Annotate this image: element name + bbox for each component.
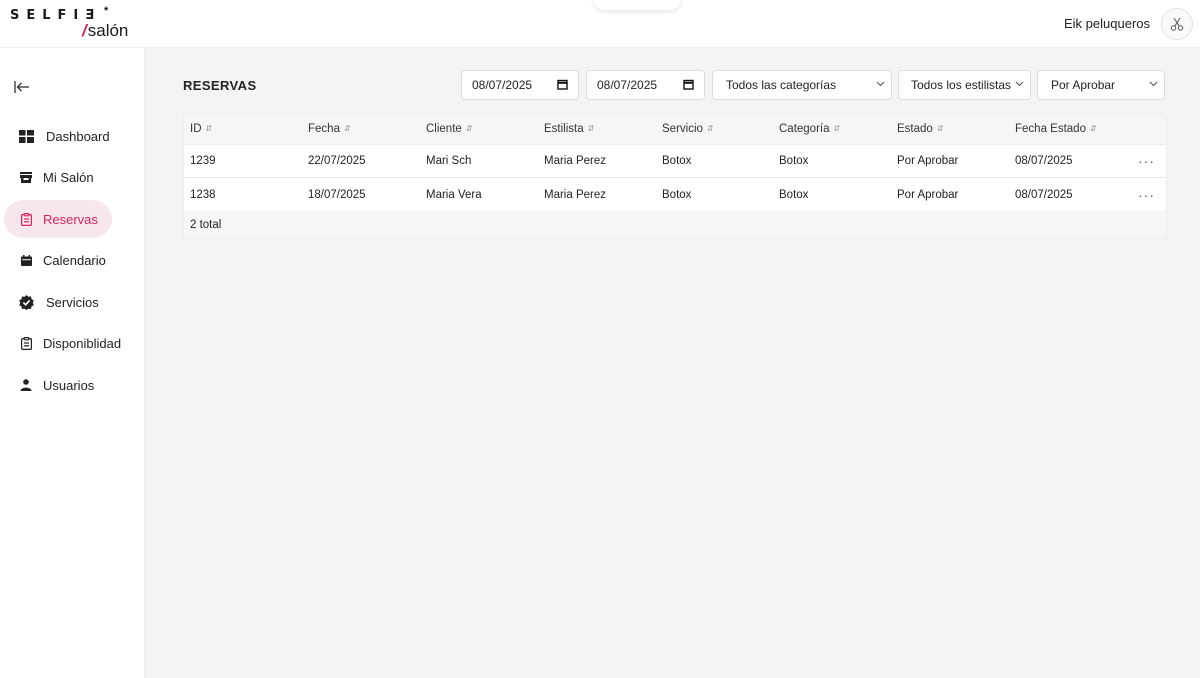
cell-fecha: 22/07/2025 [308, 155, 366, 167]
sidebar-item-servicios[interactable]: Servicios [4, 283, 112, 321]
table-footer-total: 2 total [183, 211, 1167, 239]
sidebar-item-label: Calendario [43, 253, 106, 268]
collapse-arrow-icon [14, 81, 29, 93]
date-from-input[interactable]: 08/07/2025 [461, 70, 579, 100]
column-header-estilista[interactable]: Estilista ⇵ [544, 114, 594, 144]
chevron-down-icon [1149, 81, 1158, 87]
date-to-input[interactable]: 08/07/2025 [586, 70, 705, 100]
table-row[interactable]: 1239 22/07/2025 Mari Sch Maria Perez Bot… [184, 145, 1166, 178]
avatar[interactable] [1161, 8, 1193, 40]
reservations-table: ID ⇵ Fecha ⇵ Cliente ⇵ Estilista ⇵ Servicio ⇵… [183, 113, 1167, 212]
cell-id: 1239 [190, 155, 216, 167]
cell-estado: Por Aprobar [897, 188, 959, 201]
cell-estilista: Maria Perez [544, 188, 606, 201]
table-row[interactable]: 1238 18/07/2025 Maria Vera Maria Perez B… [184, 178, 1166, 211]
sidebar-item-calendario[interactable]: Calendario [4, 242, 112, 280]
cell-fecha: 18/07/2025 [308, 188, 366, 201]
column-header-categoria[interactable]: Categoría ⇵ [779, 114, 840, 144]
sort-icon: ⇵ [833, 124, 841, 133]
column-header-fecha[interactable]: Fecha ⇵ [308, 114, 351, 144]
sidebar-item-label: Mi Salón [43, 170, 94, 185]
calendar-icon [683, 79, 694, 90]
sidebar-item-reservas[interactable]: Reservas [4, 200, 112, 238]
cell-servicio: Botox [662, 155, 692, 167]
table-header: ID ⇵ Fecha ⇵ Cliente ⇵ Estilista ⇵ Servicio ⇵… [184, 114, 1166, 145]
dashboard-icon [18, 128, 34, 144]
cell-cliente: Mari Sch [426, 155, 472, 167]
sidebar-item-mi-salon[interactable]: Mi Salón [4, 159, 112, 197]
cell-cliente: Maria Vera [426, 188, 482, 201]
sort-icon: ⇵ [936, 124, 944, 133]
cell-fecha-estado: 08/07/2025 [1015, 155, 1073, 167]
cell-categoria: Botox [779, 188, 809, 201]
sidebar-item-usuarios[interactable]: Usuarios [4, 366, 112, 404]
selfie-salon-logo[interactable]: SELFIƎ * /salón [10, 5, 150, 42]
scissors-icon [1170, 17, 1184, 31]
sort-icon: ⇵ [587, 124, 595, 133]
stylist-select[interactable]: Todos los estilistas [898, 70, 1031, 100]
cell-estilista: Maria Perez [544, 155, 606, 167]
sidebar-item-label: Dashboard [46, 128, 110, 144]
top-center-pill[interactable] [593, 0, 681, 10]
cell-categoria: Botox [779, 155, 809, 167]
verified-badge-icon [18, 294, 34, 310]
sidebar-item-disponiblidad[interactable]: Disponiblidad [4, 325, 121, 363]
column-header-id[interactable]: ID ⇵ [190, 114, 212, 144]
sort-icon: ⇵ [706, 124, 714, 133]
user-icon [18, 377, 34, 393]
row-actions-button[interactable]: ··· [1138, 145, 1155, 177]
chevron-down-icon [876, 81, 885, 87]
sidebar: Dashboard Mi Salón Reservas Calendario S… [0, 48, 145, 678]
category-select[interactable]: Todos las categorías [712, 70, 892, 100]
sort-icon: ⇵ [1089, 124, 1097, 133]
sidebar-item-label: Reservas [43, 211, 98, 227]
column-header-cliente[interactable]: Cliente ⇵ [426, 114, 473, 144]
sort-icon: ⇵ [343, 124, 351, 133]
sidebar-item-label: Servicios [46, 294, 99, 310]
sort-icon: ⇵ [465, 124, 473, 133]
cell-estado: Por Aprobar [897, 155, 959, 167]
row-actions-button[interactable]: ··· [1138, 178, 1155, 211]
calendar-icon [18, 253, 34, 269]
sidebar-item-dashboard[interactable]: Dashboard [4, 117, 112, 155]
logo-star: * [104, 5, 109, 17]
sidebar-nav: Dashboard Mi Salón Reservas Calendario S… [4, 117, 141, 408]
status-select[interactable]: Por Aprobar [1037, 70, 1165, 100]
sort-icon: ⇵ [205, 124, 213, 133]
cell-servicio: Botox [662, 188, 692, 201]
main-content: RESERVAS 08/07/2025 08/07/2025 Todos las… [145, 48, 1200, 678]
store-icon [18, 170, 34, 186]
page-title: RESERVAS [183, 78, 257, 93]
logo-subtitle: /salón [82, 21, 129, 40]
column-header-servicio[interactable]: Servicio ⇵ [662, 114, 714, 144]
top-header: SELFIƎ * /salón Eik peluqueros [0, 0, 1200, 48]
clipboard-list-icon [18, 336, 34, 352]
column-header-estado[interactable]: Estado ⇵ [897, 114, 944, 144]
chevron-down-icon [1015, 81, 1024, 87]
column-header-fecha-estado[interactable]: Fecha Estado ⇵ [1015, 114, 1097, 144]
salon-name: Eik peluqueros [1064, 16, 1150, 31]
cell-id: 1238 [190, 188, 216, 201]
sidebar-item-label: Usuarios [43, 377, 95, 393]
collapse-sidebar-button[interactable] [14, 79, 34, 95]
clipboard-icon [18, 211, 34, 227]
cell-fecha-estado: 08/07/2025 [1015, 188, 1073, 201]
sidebar-item-label: Disponiblidad [43, 336, 122, 351]
calendar-icon [557, 79, 568, 90]
